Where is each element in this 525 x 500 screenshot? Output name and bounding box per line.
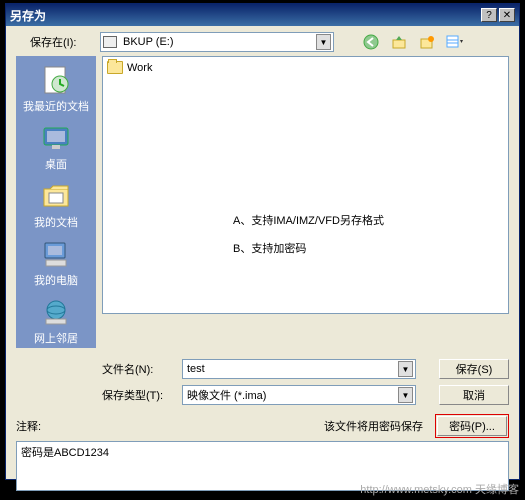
watermark: http://www.metsky.com 天缘博客 [360,481,519,497]
password-notice: 该文件将用密码保存 [324,418,423,434]
comment-row: 注释: 该文件将用密码保存 密码(P)... [6,408,519,441]
sidebar-item-computer[interactable]: 我的电脑 [21,236,91,290]
network-icon [40,296,72,328]
filetype-label: 保存类型(T): [102,387,176,403]
sidebar-item-label: 网上邻居 [21,330,91,346]
back-button[interactable] [360,32,382,52]
list-item[interactable]: Work [107,61,504,74]
filename-input[interactable]: test ▼ [182,359,416,379]
sidebar-item-label: 我的电脑 [21,272,91,288]
highlight-box: 密码(P)... [435,414,509,438]
chevron-down-icon: ▼ [398,361,413,377]
help-button[interactable]: ? [481,8,497,22]
filename-row: 文件名(N): test ▼ 保存(S) [6,356,519,382]
close-button[interactable]: ✕ [499,8,515,22]
places-bar: 我最近的文档 桌面 我的文档 我的电脑 网上邻居 [16,56,96,348]
drive-text: BKUP (E:) [121,36,316,48]
filetype-row: 保存类型(T): 映像文件 (*.ima) ▼ 取消 [6,382,519,408]
mid-area: 我最近的文档 桌面 我的文档 我的电脑 网上邻居 Work [6,56,519,348]
save-in-combo[interactable]: BKUP (E:) ▼ [100,32,334,52]
folder-icon [107,61,123,74]
file-list[interactable]: Work A、支持IMA/IMZ/VFD另存格式 B、支持加密码 [102,56,509,314]
up-button[interactable] [388,32,410,52]
comment-label: 注释: [16,418,58,434]
sidebar-item-recent[interactable]: 我最近的文档 [21,62,91,116]
desktop-icon [40,122,72,154]
recent-icon [40,64,72,96]
sidebar-item-label: 我的文档 [21,214,91,230]
save-as-dialog: 另存为 ? ✕ 保存在(I): BKUP (E:) ▼ 我最近的文档 桌面 [5,3,520,480]
views-button[interactable] [444,32,466,52]
cancel-button[interactable]: 取消 [439,385,509,405]
save-button[interactable]: 保存(S) [439,359,509,379]
password-button[interactable]: 密码(P)... [437,416,507,436]
computer-icon [40,238,72,270]
sidebar-item-desktop[interactable]: 桌面 [21,120,91,174]
sidebar-item-network[interactable]: 网上邻居 [21,294,91,348]
new-folder-button[interactable] [416,32,438,52]
hint-text: A、支持IMA/IMZ/VFD另存格式 B、支持加密码 [233,207,384,263]
disk-icon [103,36,117,48]
chevron-down-icon: ▼ [316,34,331,50]
chevron-down-icon: ▼ [398,387,413,403]
sidebar-item-documents[interactable]: 我的文档 [21,178,91,232]
sidebar-item-label: 桌面 [21,156,91,172]
save-in-label: 保存在(I): [30,34,94,50]
sidebar-item-label: 我最近的文档 [21,98,91,114]
filename-label: 文件名(N): [102,361,176,377]
window-title: 另存为 [10,7,479,24]
documents-icon [40,180,72,212]
titlebar: 另存为 ? ✕ [6,4,519,26]
save-in-row: 保存在(I): BKUP (E:) ▼ [6,26,519,56]
filetype-combo[interactable]: 映像文件 (*.ima) ▼ [182,385,416,405]
folder-name: Work [127,62,152,74]
